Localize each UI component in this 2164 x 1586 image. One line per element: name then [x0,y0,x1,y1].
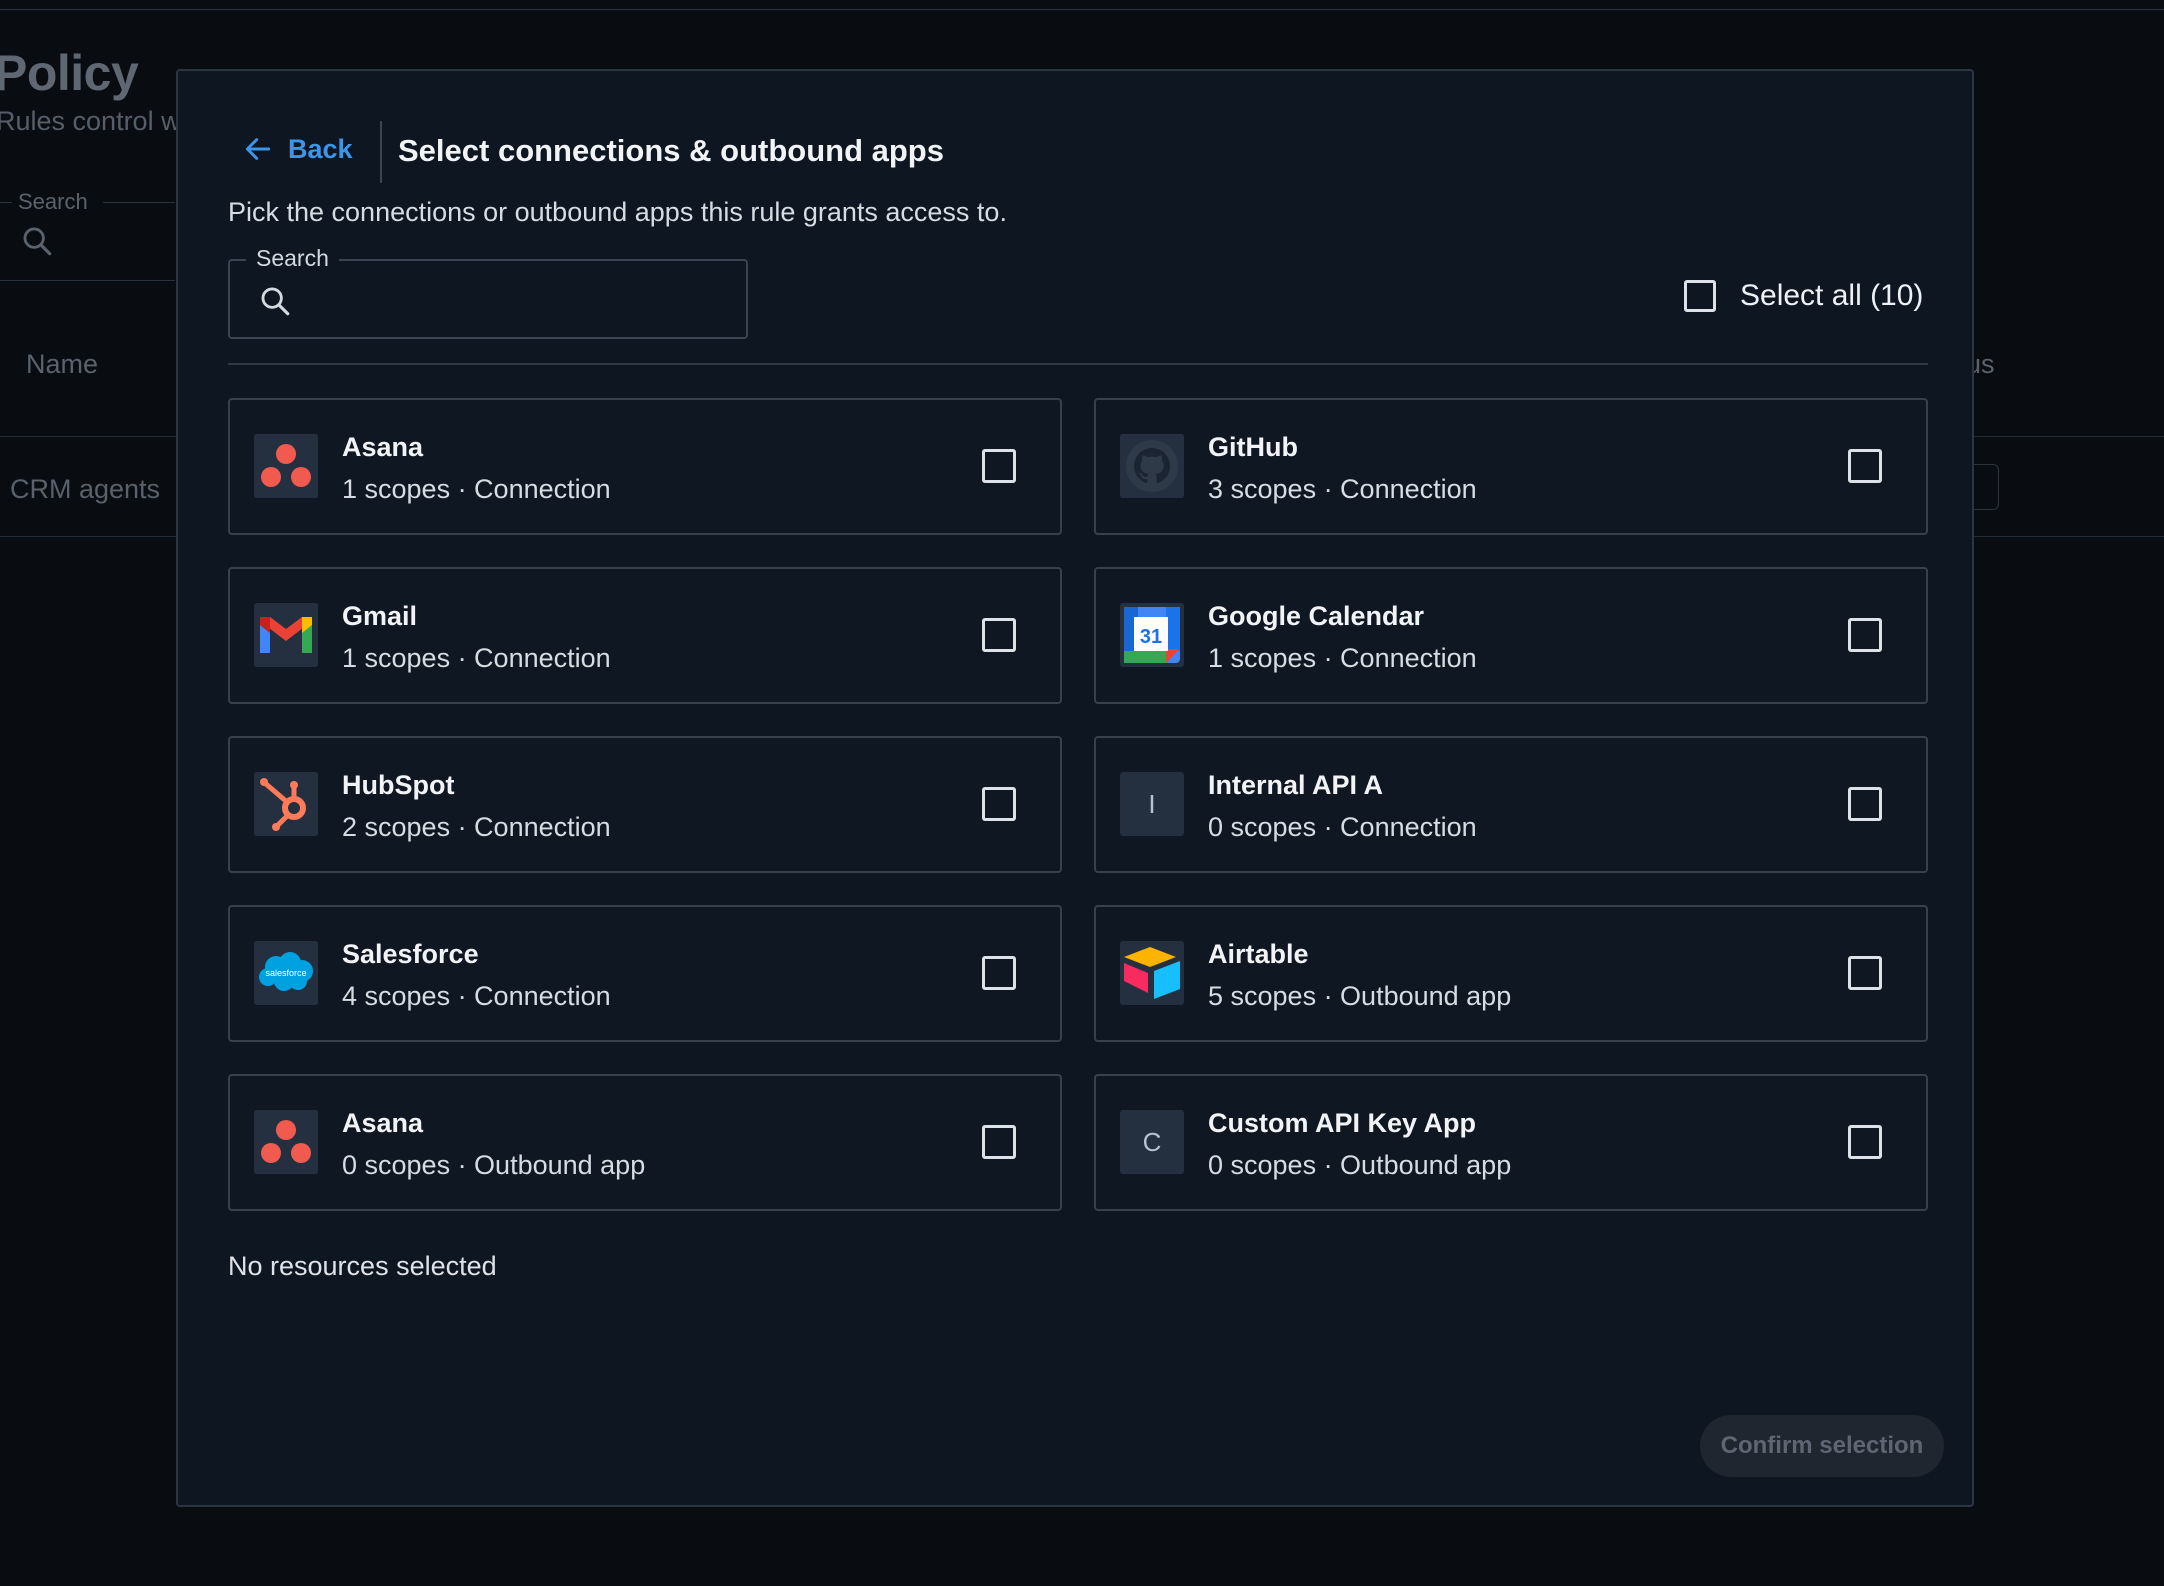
select-all-label: Select all (10) [1740,279,1924,312]
resource-name: Custom API Key App [1208,1108,1477,1138]
resource-checkbox[interactable] [1848,1125,1882,1159]
search-field: Search [228,245,748,339]
select-all-checkbox[interactable]: Select all (10) [1684,279,1923,313]
background-search-border [103,202,175,203]
resource-checkbox[interactable] [982,1125,1016,1159]
resource-name: Internal API A [1208,770,1384,800]
resource-checkbox[interactable] [982,956,1016,990]
resource-checkbox[interactable] [982,787,1016,821]
resource-meta: 1 scopes · Connection [342,643,611,673]
search-icon [23,227,52,256]
resource-card[interactable]: Asana 1 scopes · Connection [228,398,1062,535]
resource-meta: 1 scopes · Connection [342,474,611,504]
asana-logo-icon [254,1110,318,1174]
table-row-name: CRM agents [10,474,161,504]
search-icon [261,287,290,316]
hubspot-logo-icon [254,772,318,836]
divider [228,363,1928,365]
salesforce-logo-icon: salesforce [254,941,318,1005]
resource-card[interactable]: GitHub 3 scopes · Connection [1094,398,1928,535]
search-label: Search [246,245,339,272]
selection-status: No resources selected [228,1251,497,1281]
resource-card[interactable]: 31 Google Calendar 1 scopes · Connection [1094,567,1928,704]
resource-card[interactable]: Gmail 1 scopes · Connection [228,567,1062,704]
resource-checkbox[interactable] [1848,956,1882,990]
resource-card[interactable]: HubSpot 2 scopes · Connection [228,736,1062,873]
resource-meta: 1 scopes · Connection [1208,643,1477,673]
gmail-logo-icon [254,603,318,667]
search-input[interactable] [306,275,730,325]
back-button[interactable]: Back [242,133,353,165]
dialog-description: Pick the connections or outbound apps th… [228,197,1007,227]
header-separator [380,121,382,183]
dialog-title: Select connections & outbound apps [398,133,944,168]
resource-card[interactable]: Asana 0 scopes · Outbound app [228,1074,1062,1211]
google-calendar-logo-icon: 31 [1120,603,1184,667]
arrow-left-icon [245,138,271,160]
resource-checkbox[interactable] [982,618,1016,652]
top-divider [0,9,2164,10]
resource-grid: Asana 1 scopes · Connection GitHub 3 sco… [228,398,1932,1211]
resource-card[interactable]: I Internal API A 0 scopes · Connection [1094,736,1928,873]
resource-meta: 3 scopes · Connection [1208,474,1477,504]
background-search-label: Search [18,189,88,214]
resource-meta: 0 scopes · Connection [1208,812,1477,842]
letter-logo-icon: C [1120,1110,1184,1174]
resource-name: Salesforce [342,939,479,969]
resource-name: Asana [342,1108,424,1138]
select-resources-dialog: Back Select connections & outbound apps … [176,69,1974,1507]
asana-logo-icon [254,434,318,498]
svg-text:31: 31 [1140,626,1162,648]
airtable-logo-icon [1120,941,1184,1005]
column-header-name: Name [26,349,99,379]
resource-checkbox[interactable] [982,449,1016,483]
resource-meta: 2 scopes · Connection [342,812,611,842]
github-logo-icon [1120,434,1184,498]
resource-name: Gmail [342,601,418,631]
resource-meta: 5 scopes · Outbound app [1208,981,1512,1011]
page-title: Policy [0,45,139,101]
resource-checkbox[interactable] [1848,449,1882,483]
resource-card[interactable]: C Custom API Key App 0 scopes · Outbound… [1094,1074,1928,1211]
background-search-border [0,280,175,281]
back-label: Back [288,133,353,164]
resource-card[interactable]: salesforce Salesforce 4 scopes · Connect… [228,905,1062,1042]
letter-logo-icon: I [1120,772,1184,836]
svg-text:salesforce: salesforce [265,968,306,978]
resource-card[interactable]: Airtable 5 scopes · Outbound app [1094,905,1928,1042]
resource-meta: 0 scopes · Outbound app [342,1150,646,1180]
resource-name: GitHub [1208,432,1298,462]
resource-meta: 4 scopes · Connection [342,981,611,1011]
page-subtitle: Rules control w [0,106,181,136]
resource-name: HubSpot [342,770,455,800]
resource-name: Google Calendar [1208,601,1425,631]
resource-checkbox[interactable] [1848,618,1882,652]
resource-checkbox[interactable] [1848,787,1882,821]
resource-meta: 0 scopes · Outbound app [1208,1150,1512,1180]
confirm-selection-button[interactable]: Confirm selection [1700,1415,1944,1477]
background-search-border [0,202,12,203]
checkbox-icon[interactable] [1684,280,1716,312]
resource-name: Airtable [1208,939,1309,969]
resource-name: Asana [342,432,424,462]
